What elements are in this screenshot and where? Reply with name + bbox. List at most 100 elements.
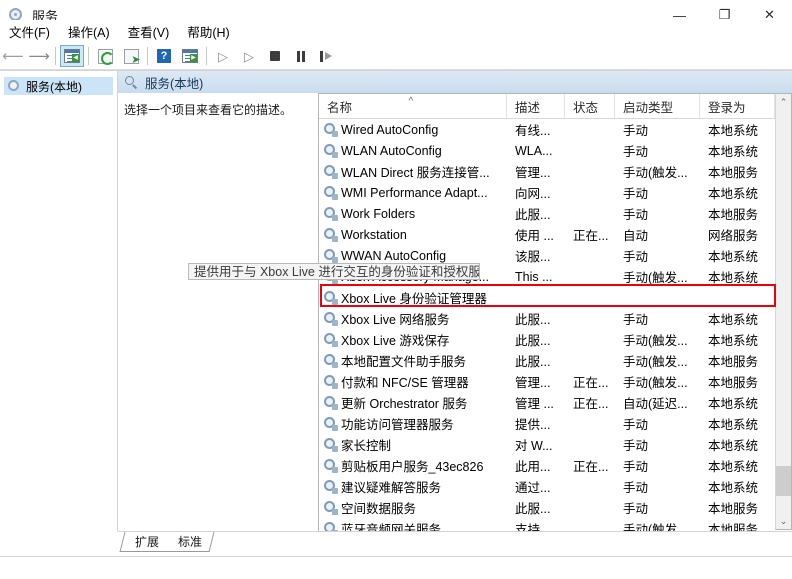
- scroll-up-button[interactable]: ⌃: [776, 94, 791, 110]
- column-header-description[interactable]: 描述: [507, 94, 565, 118]
- magnifier-icon: [125, 76, 138, 89]
- service-name-label: 付款和 NFC/SE 管理器: [341, 372, 469, 391]
- service-name-label: 建议疑难解答服务: [341, 477, 441, 496]
- service-gear-icon: [323, 227, 338, 242]
- tab-standard[interactable]: 标准: [164, 532, 215, 552]
- service-name-label: 空间数据服务: [341, 498, 416, 517]
- help-button[interactable]: ?: [152, 45, 176, 67]
- toolbar-separator: [88, 47, 89, 65]
- toolbar-separator: [55, 47, 56, 65]
- play-icon: ▷: [218, 50, 228, 63]
- cell-startup-type: 手动: [615, 246, 700, 265]
- column-header-status[interactable]: 状态: [565, 94, 615, 118]
- service-name-label: Wired AutoConfig: [341, 123, 438, 137]
- table-row[interactable]: Wired AutoConfig有线...手动本地系统: [319, 119, 792, 140]
- column-header-log-on-as[interactable]: 登录为: [700, 94, 775, 118]
- table-row[interactable]: 剪贴板用户服务_43ec826此用...正在...手动本地系统: [319, 455, 792, 476]
- menu-file[interactable]: 文件(F): [0, 20, 59, 43]
- forward-button[interactable]: ⟶: [27, 45, 51, 67]
- cell-startup-type: 手动(触发...: [615, 372, 700, 391]
- column-header-startup-type[interactable]: 启动类型: [615, 94, 700, 118]
- cell-startup-type: 手动: [615, 204, 700, 223]
- resume-service-button[interactable]: ▷: [237, 45, 261, 67]
- services-list-view[interactable]: 名称 ^ 描述 状态 启动类型 登录为: [318, 93, 792, 532]
- table-row[interactable]: 空间数据服务此服...手动本地服务: [319, 497, 792, 518]
- export-list-button[interactable]: ➤: [119, 45, 143, 67]
- toolbar-separator: [206, 47, 207, 65]
- arrow-left-icon: ⟵: [2, 49, 24, 64]
- service-gear-icon: [323, 143, 338, 158]
- restart-service-button[interactable]: [315, 45, 339, 67]
- table-row[interactable]: Xbox Live 网络服务此服...手动本地系统: [319, 308, 792, 329]
- show-hide-tree-button[interactable]: ◀: [60, 45, 84, 67]
- cell-description: 向网...: [507, 183, 565, 202]
- service-name-label: WMI Performance Adapt...: [341, 186, 488, 200]
- pause-service-button[interactable]: [289, 45, 313, 67]
- cell-service-name: Wired AutoConfig: [319, 122, 507, 137]
- cell-service-name: 本地配置文件助手服务: [319, 351, 507, 370]
- table-row[interactable]: Xbox Live 身份验证管理器: [319, 287, 792, 308]
- table-row[interactable]: 家长控制对 W...手动本地系统: [319, 434, 792, 455]
- table-row[interactable]: 本地配置文件助手服务此服...手动(触发...本地服务: [319, 350, 792, 371]
- cell-service-name: 剪贴板用户服务_43ec826: [319, 456, 507, 475]
- cell-startup-type: 自动: [615, 225, 700, 244]
- pause-icon: [296, 51, 306, 62]
- scrollbar-thumb[interactable]: [776, 466, 791, 496]
- menu-help[interactable]: 帮助(H): [178, 20, 238, 43]
- cell-service-name: 家长控制: [319, 435, 507, 454]
- tree-node-services-local[interactable]: 服务(本地): [4, 77, 113, 95]
- service-name-label: 家长控制: [341, 435, 391, 454]
- column-header-status-label: 状态: [573, 97, 598, 116]
- cell-status: 正在...: [565, 372, 615, 391]
- table-row[interactable]: 建议疑难解答服务通过...手动本地系统: [319, 476, 792, 497]
- cell-startup-type: 手动: [615, 414, 700, 433]
- cell-service-name: WWAN AutoConfig: [319, 248, 507, 263]
- start-service-button[interactable]: ▷: [211, 45, 235, 67]
- cell-log-on-as: 本地系统: [700, 435, 775, 454]
- service-gear-icon: [323, 332, 338, 347]
- menu-view[interactable]: 查看(V): [119, 20, 179, 43]
- cell-description: 此服...: [507, 309, 565, 328]
- service-name-label: Xbox Live 身份验证管理器: [341, 288, 487, 307]
- toolbar: ⟵ ⟶ ◀ ➤ ? ▶ ▷ ▷: [0, 43, 792, 70]
- service-gear-icon: [323, 311, 338, 326]
- cell-startup-type: 手动: [615, 456, 700, 475]
- list-rows-container[interactable]: Wired AutoConfig有线...手动本地系统WLAN AutoConf…: [319, 119, 792, 531]
- cell-startup-type: 自动(延迟...: [615, 393, 700, 412]
- vertical-scrollbar[interactable]: ⌃ ⌄: [775, 93, 792, 530]
- scroll-down-button[interactable]: ⌄: [776, 513, 791, 529]
- table-row[interactable]: Workstation使用 ...正在...自动网络服务: [319, 224, 792, 245]
- table-row[interactable]: WLAN AutoConfigWLA...手动本地系统: [319, 140, 792, 161]
- cell-startup-type: 手动: [615, 498, 700, 517]
- cell-log-on-as: 本地服务: [700, 162, 775, 181]
- table-row[interactable]: Work Folders此服...手动本地服务: [319, 203, 792, 224]
- table-row[interactable]: 功能访问管理器服务提供...手动本地系统: [319, 413, 792, 434]
- service-name-label: WWAN AutoConfig: [341, 249, 446, 263]
- stop-service-button[interactable]: [263, 45, 287, 67]
- service-name-label: 本地配置文件助手服务: [341, 351, 466, 370]
- tree-node-label: 服务(本地): [26, 78, 82, 95]
- service-gear-icon: [323, 290, 338, 305]
- table-row[interactable]: 蓝牙音频网关服务支持...手动(触发本地服务: [319, 518, 792, 531]
- show-action-pane-button[interactable]: ▶: [178, 45, 202, 67]
- service-gear-icon: [323, 521, 338, 531]
- table-row[interactable]: WLAN Direct 服务连接管...管理...手动(触发...本地服务: [319, 161, 792, 182]
- refresh-button[interactable]: [93, 45, 117, 67]
- cell-description: 管理 ...: [507, 393, 565, 412]
- table-row[interactable]: 更新 Orchestrator 服务管理 ...正在...自动(延迟...本地系…: [319, 392, 792, 413]
- table-row[interactable]: Xbox Live 游戏保存此服...手动(触发...本地系统: [319, 329, 792, 350]
- status-bar: [0, 556, 792, 579]
- column-header-name[interactable]: 名称 ^: [319, 94, 507, 118]
- cell-description: 此服...: [507, 498, 565, 517]
- table-row[interactable]: WMI Performance Adapt...向网...手动本地系统: [319, 182, 792, 203]
- back-button[interactable]: ⟵: [1, 45, 25, 67]
- cell-service-name: Work Folders: [319, 206, 507, 221]
- cell-description: 使用 ...: [507, 225, 565, 244]
- service-gear-icon: [323, 395, 338, 410]
- cell-service-name: Xbox Live 游戏保存: [319, 330, 507, 349]
- sort-ascending-icon: ^: [409, 96, 414, 107]
- cell-status: 正在...: [565, 225, 615, 244]
- cell-startup-type: 手动: [615, 435, 700, 454]
- menu-action[interactable]: 操作(A): [59, 20, 119, 43]
- table-row[interactable]: 付款和 NFC/SE 管理器管理...正在...手动(触发...本地服务: [319, 371, 792, 392]
